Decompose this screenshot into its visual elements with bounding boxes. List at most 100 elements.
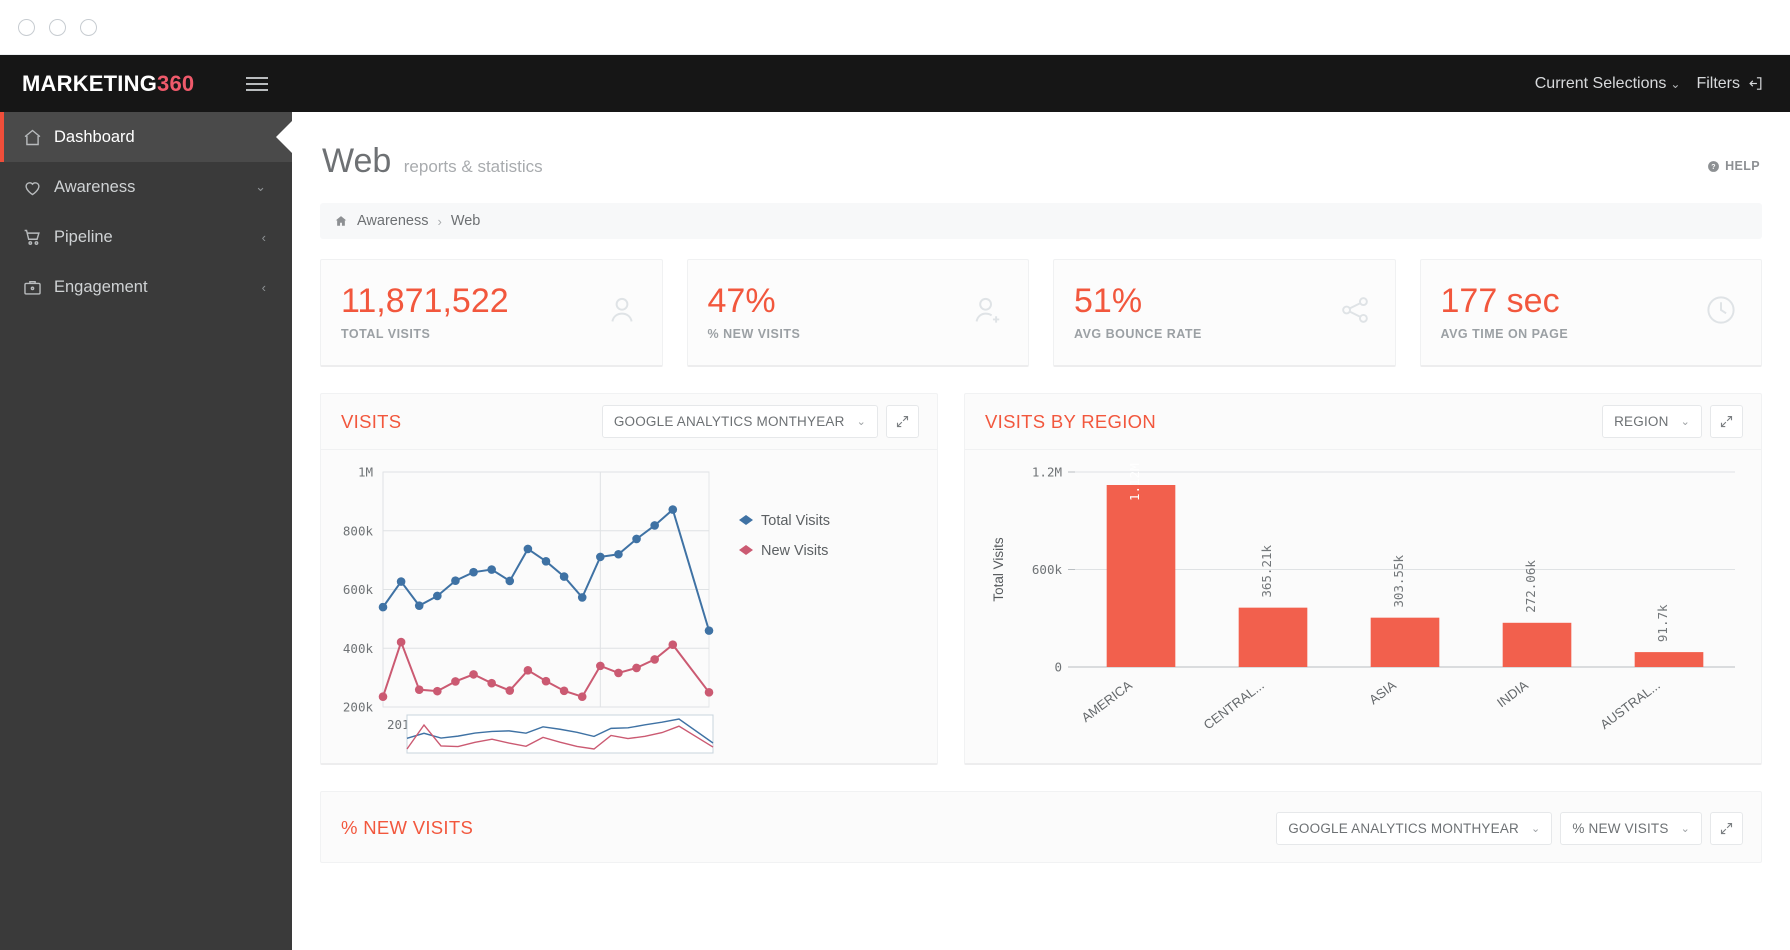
data-point[interactable] (560, 572, 569, 581)
bar[interactable] (1239, 608, 1308, 667)
bar[interactable] (1107, 485, 1176, 667)
data-point[interactable] (650, 521, 659, 530)
data-point[interactable] (415, 601, 424, 610)
data-point[interactable] (632, 664, 641, 673)
data-point[interactable] (650, 655, 659, 664)
kpi-text: 177 sec AVG TIME ON PAGE (1441, 284, 1569, 341)
window-close-dot[interactable] (18, 19, 35, 36)
panel-region-body: 1.2M600k0Total Visits1.12MAMERICA365.21k… (965, 450, 1761, 765)
newvisits-dimension-select[interactable]: GOOGLE ANALYTICS MONTHYEAR ⌄ (1276, 812, 1552, 845)
panel-visits-by-region: VISITS BY REGION REGION ⌄ (964, 393, 1762, 765)
visits-line-chart[interactable]: 1M800k600k400k200k20142015Total VisitsNe… (321, 450, 937, 763)
sidebar-item-pipeline[interactable]: Pipeline ‹ (0, 212, 292, 262)
data-point[interactable] (705, 688, 714, 697)
user-add-icon (970, 292, 1006, 333)
chevron-down-icon: ⌄ (1681, 415, 1690, 428)
legend-label[interactable]: Total Visits (761, 513, 830, 529)
kpi-card-new-visits[interactable]: 47% % NEW VISITS (687, 259, 1030, 367)
newvisits-measure-select[interactable]: % NEW VISITS ⌄ (1560, 812, 1702, 845)
top-bar: Current Selections ⌄ Filters (292, 55, 1790, 112)
window-minimize-dot[interactable] (49, 19, 66, 36)
sidebar-item-label: Engagement (54, 278, 262, 297)
data-point[interactable] (596, 553, 605, 562)
data-point[interactable] (487, 679, 496, 688)
range-selector[interactable] (407, 715, 713, 753)
data-point[interactable] (451, 576, 460, 585)
bar[interactable] (1503, 623, 1572, 667)
filters-button[interactable]: Filters (1696, 75, 1764, 93)
data-point[interactable] (469, 670, 478, 679)
hamburger-menu-icon[interactable] (246, 77, 268, 91)
breadcrumb-item-web[interactable]: Web (451, 213, 481, 229)
select-value: % NEW VISITS (1572, 821, 1668, 836)
data-point[interactable] (397, 638, 406, 647)
sidebar-item-dashboard[interactable]: Dashboard (0, 112, 292, 162)
expand-icon[interactable] (1710, 405, 1743, 438)
data-point[interactable] (614, 669, 623, 678)
data-point[interactable] (578, 593, 587, 602)
data-point[interactable] (668, 640, 677, 649)
legend-label[interactable]: New Visits (761, 543, 828, 559)
data-point[interactable] (614, 550, 623, 559)
data-point[interactable] (578, 692, 587, 701)
x-axis-category-label: AMERICA (1078, 677, 1135, 725)
data-point[interactable] (542, 557, 551, 566)
expand-icon[interactable] (1710, 812, 1743, 845)
bar[interactable] (1635, 652, 1704, 667)
data-point[interactable] (379, 603, 388, 612)
kpi-card-avg-time[interactable]: 177 sec AVG TIME ON PAGE (1420, 259, 1763, 367)
data-point[interactable] (596, 662, 605, 671)
sidebar-item-label: Awareness (54, 178, 255, 197)
sidebar-brand-bar: MARKETING360 (0, 55, 292, 112)
chevron-left-icon[interactable]: ‹ (262, 230, 266, 245)
page-body: Web reports & statistics ? HELP Awarenes… (292, 112, 1790, 950)
svg-text:?: ? (1711, 163, 1716, 170)
data-point[interactable] (487, 565, 496, 574)
region-dimension-select[interactable]: REGION ⌄ (1602, 405, 1702, 438)
current-selections-button[interactable]: Current Selections ⌄ (1535, 75, 1681, 93)
kpi-value: 177 sec (1441, 284, 1569, 320)
data-point[interactable] (560, 687, 569, 696)
app-logo[interactable]: MARKETING360 (22, 71, 194, 97)
sidebar-item-label: Pipeline (54, 228, 262, 247)
breadcrumb-item-awareness[interactable]: Awareness (357, 213, 428, 229)
y-axis-title: Total Visits (991, 537, 1006, 602)
data-point[interactable] (379, 692, 388, 701)
x-axis-category-label: AUSTRAL... (1597, 677, 1663, 732)
data-point[interactable] (505, 686, 514, 695)
expand-icon[interactable] (886, 405, 919, 438)
data-point[interactable] (668, 505, 677, 514)
data-point[interactable] (542, 677, 551, 686)
data-point[interactable] (524, 666, 533, 675)
data-point[interactable] (705, 626, 714, 635)
y-axis-tick: 600k (1032, 562, 1063, 577)
window-maximize-dot[interactable] (80, 19, 97, 36)
bar-value-label: 1.12M (1127, 463, 1142, 501)
data-point[interactable] (632, 535, 641, 544)
data-point[interactable] (469, 568, 478, 577)
page-subtitle-text: reports & statistics (404, 157, 543, 176)
bar-value-label: 272.06k (1523, 560, 1538, 613)
region-bar-chart[interactable]: 1.2M600k0Total Visits1.12MAMERICA365.21k… (965, 450, 1753, 763)
data-point[interactable] (397, 577, 406, 586)
help-link[interactable]: ? HELP (1707, 159, 1760, 181)
data-point[interactable] (433, 687, 442, 696)
x-axis-category-label: ASIA (1366, 677, 1399, 707)
y-axis-tick: 1M (358, 465, 373, 480)
page-title: Web reports & statistics (322, 142, 543, 181)
kpi-card-bounce-rate[interactable]: 51% AVG BOUNCE RATE (1053, 259, 1396, 367)
sidebar-item-engagement[interactable]: Engagement ‹ (0, 262, 292, 312)
visits-dimension-select[interactable]: GOOGLE ANALYTICS MONTHYEAR ⌄ (602, 405, 878, 438)
data-point[interactable] (451, 677, 460, 686)
sidebar-item-awareness[interactable]: Awareness ⌄ (0, 162, 292, 212)
data-point[interactable] (505, 577, 514, 586)
chevron-left-icon[interactable]: ‹ (262, 280, 266, 295)
chevron-down-icon: ⌄ (857, 415, 866, 428)
bar[interactable] (1371, 618, 1440, 667)
data-point[interactable] (524, 545, 533, 554)
data-point[interactable] (433, 592, 442, 601)
kpi-card-total-visits[interactable]: 11,871,522 TOTAL VISITS (320, 259, 663, 367)
data-point[interactable] (415, 685, 424, 694)
chevron-down-icon[interactable]: ⌄ (255, 179, 266, 195)
kpi-text: 11,871,522 TOTAL VISITS (341, 284, 509, 341)
